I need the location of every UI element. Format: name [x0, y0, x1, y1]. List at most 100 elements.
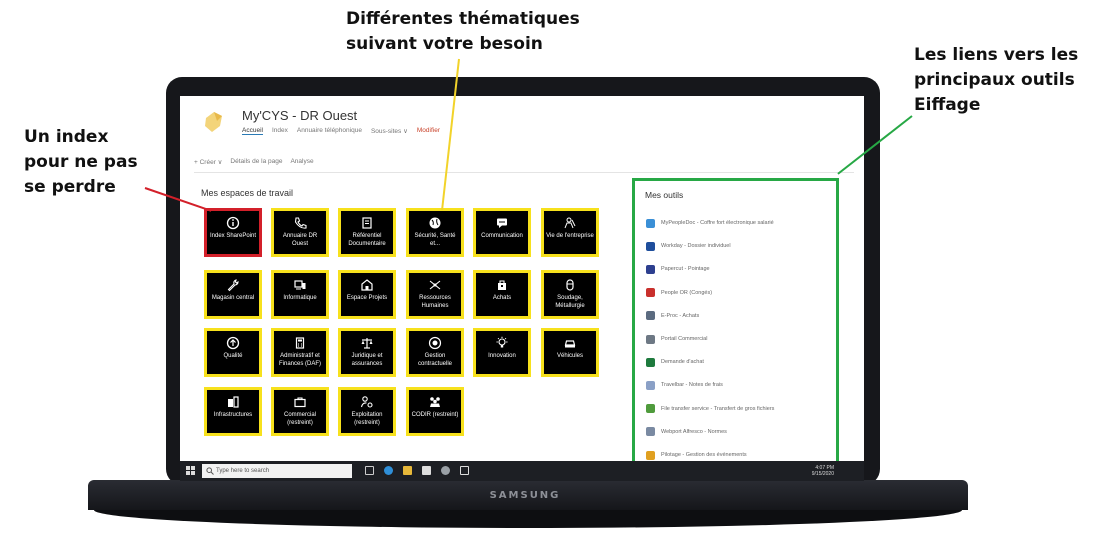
tile-gestion-contractuelle[interactable]: Gestion contractuelle — [406, 328, 464, 377]
bag-icon — [498, 280, 506, 290]
tile-annuaire-dr-ouest[interactable]: Annuaire DR Ouest — [271, 208, 329, 257]
tile-informatique[interactable]: Informatique — [271, 270, 329, 319]
edge-icon[interactable] — [384, 466, 393, 475]
tile-label: Commercial (restreint) — [283, 412, 316, 426]
tile-s-curit-sant-et[interactable]: Sécurité, Santé et... — [406, 208, 464, 257]
tool-icon — [646, 427, 655, 437]
alert-icon[interactable] — [460, 466, 469, 475]
tile-label: Véhicules — [556, 353, 583, 359]
tool-label: People OR (Congés) — [661, 289, 713, 296]
tool-label: Travelbar - Notes de frais — [661, 382, 723, 389]
task-view-icon[interactable] — [365, 466, 374, 475]
search-icon — [206, 467, 214, 475]
tool-icon — [646, 334, 655, 344]
chrome-icon[interactable] — [441, 466, 450, 475]
taskbar-search-input[interactable]: Type here to search — [202, 464, 352, 478]
person-gear-icon — [360, 396, 373, 408]
tool-label: E-Proc - Achats — [661, 312, 700, 319]
nav-index[interactable]: Index — [272, 127, 288, 135]
tools-panel: Mes outils MyPeopleDoc - Coffre fort éle… — [632, 178, 839, 465]
chat-icon — [497, 218, 507, 228]
tile-label: Juridique et assurances — [351, 353, 383, 367]
tile-innovation[interactable]: Innovation — [473, 328, 531, 377]
tile-label: Vie de l'entreprise — [546, 233, 594, 239]
tile-magasin-central[interactable]: Magasin central — [204, 270, 262, 319]
devices-icon — [294, 280, 306, 290]
tool-label: Workday - Dossier individuel — [661, 243, 731, 250]
tile-label: Innovation — [488, 353, 516, 359]
tool-link[interactable]: File transfer service - Transfert de gro… — [646, 403, 774, 415]
tool-link[interactable]: Travelbar - Notes de frais — [646, 379, 723, 391]
laptop-base — [88, 480, 968, 536]
create-button[interactable]: + Créer ∨ — [194, 158, 222, 166]
tool-link[interactable]: Demande d'achat — [646, 356, 704, 368]
tile-v-hicules[interactable]: Véhicules — [541, 328, 599, 377]
tile-commercial-restreint[interactable]: Commercial (restreint) — [271, 387, 329, 436]
tool-link[interactable]: Workday - Dossier individuel — [646, 240, 731, 252]
analytics-button[interactable]: Analyse — [290, 158, 313, 166]
workspaces-title: Mes espaces de travail — [201, 188, 294, 198]
tile-espace-projets[interactable]: Espace Projets — [338, 270, 396, 319]
nav-accueil[interactable]: Accueil — [242, 127, 263, 135]
tool-icon — [646, 288, 655, 298]
car-icon — [564, 340, 576, 348]
divider — [194, 172, 854, 173]
tool-icon — [646, 311, 655, 321]
screen: My'CYS - DR Ouest Accueil Index Annuaire… — [180, 96, 864, 481]
taskbar: Type here to search 4:07 PM 9/15/2020 — [180, 461, 864, 481]
site-header: My'CYS - DR Ouest Accueil Index Annuaire… — [180, 96, 864, 148]
tool-icon — [646, 218, 655, 228]
tile-qualit[interactable]: Qualité — [204, 328, 262, 377]
search-placeholder: Type here to search — [216, 468, 270, 474]
document-icon — [362, 217, 372, 229]
tile-label: Annuaire DR Ouest — [282, 233, 318, 247]
tile-vie-de-l-entreprise[interactable]: Vie de l'entreprise — [541, 208, 599, 257]
tool-link[interactable]: People OR (Congés) — [646, 287, 712, 299]
target-icon — [428, 336, 442, 350]
system-tray: 4:07 PM 9/15/2020 — [812, 465, 834, 477]
tile-index-sharepoint[interactable]: Index SharePoint — [204, 208, 262, 257]
tile-exploitation-restreint[interactable]: Exploitation (restreint) — [338, 387, 396, 436]
tile-codir-restreint[interactable]: CODIR (restreint) — [406, 387, 464, 436]
tile-label: Qualité — [223, 353, 243, 359]
tile-label: Informatique — [283, 295, 317, 301]
tile-administratif-et-finances-daf[interactable]: Administratif et Finances (DAF) — [271, 328, 329, 377]
tile-infrastructures[interactable]: Infrastructures — [204, 387, 262, 436]
tool-label: Papercut - Pointage — [661, 266, 710, 273]
tool-link[interactable]: Webport Alfresco - Normes — [646, 426, 727, 438]
tool-link[interactable]: Portail Commercial — [646, 333, 707, 345]
tile-label: Soudage, Métallurgie — [555, 295, 585, 309]
tile-communication[interactable]: Communication — [473, 208, 531, 257]
tool-label: Portail Commercial — [661, 336, 708, 342]
tool-link[interactable]: Pilotage - Gestion des événements — [646, 449, 747, 461]
tile-juridique-et-assurances[interactable]: Juridique et assurances — [338, 328, 396, 377]
store-icon[interactable] — [422, 466, 431, 475]
tool-label: Pilotage - Gestion des événements — [661, 452, 747, 458]
group-icon — [430, 397, 440, 407]
tool-icon — [646, 380, 655, 390]
tile-label: Administratif et Finances (DAF) — [278, 353, 321, 367]
tile-label: Communication — [481, 233, 523, 239]
people-icon — [564, 217, 576, 229]
tool-icon — [646, 241, 655, 251]
calculator-icon — [295, 337, 305, 349]
tool-link[interactable]: E-Proc - Achats — [646, 310, 699, 322]
tile-r-f-rentiel-documentaire[interactable]: Référentiel Documentaire — [338, 208, 396, 257]
nav-sous-sites[interactable]: Sous-sites ∨ — [371, 127, 408, 135]
tool-link[interactable]: Papercut - Pointage — [646, 263, 710, 275]
tool-icon — [646, 264, 655, 274]
tile-ressources-humaines[interactable]: Ressources Humaines — [406, 270, 464, 319]
briefcase-icon — [294, 397, 306, 408]
nav-modifier[interactable]: Modifier — [417, 127, 440, 135]
nav-annuaire[interactable]: Annuaire téléphonique — [297, 127, 362, 135]
lightbulb-icon — [496, 336, 508, 348]
folder-icon[interactable] — [403, 466, 412, 475]
tool-label: MyPeopleDoc - Coffre fort électronique s… — [661, 220, 774, 226]
tile-soudage-m-tallurgie[interactable]: Soudage, Métallurgie — [541, 270, 599, 319]
tool-icon — [646, 357, 655, 367]
page-details-button[interactable]: Détails de la page — [230, 158, 282, 166]
tool-link[interactable]: MyPeopleDoc - Coffre fort électronique s… — [646, 217, 774, 229]
windows-start-icon[interactable] — [186, 466, 196, 476]
tool-icon — [646, 450, 655, 460]
tile-achats[interactable]: Achats — [473, 270, 531, 319]
